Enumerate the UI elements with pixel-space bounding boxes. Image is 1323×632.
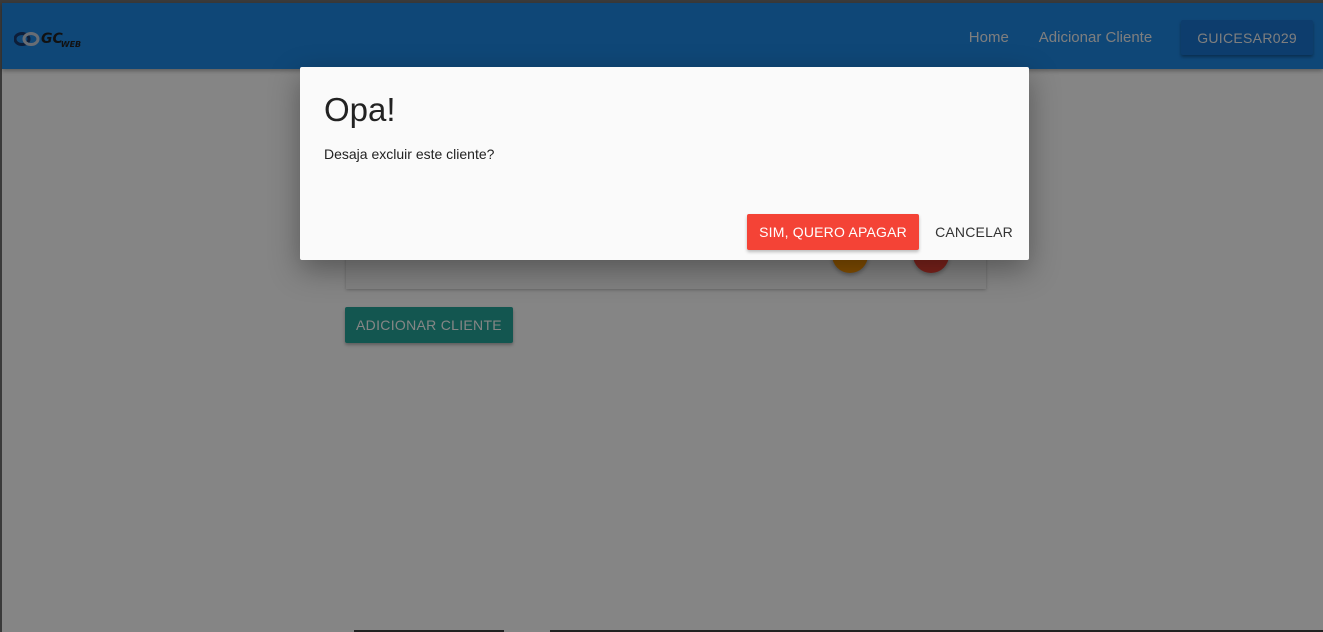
confirm-delete-button[interactable]: SIM, QUERO APAGAR xyxy=(747,214,919,250)
modal-message: Desaja excluir este cliente? xyxy=(324,146,495,162)
cancel-button[interactable]: CANCELAR xyxy=(929,214,1019,250)
confirm-delete-modal: Opa! Desaja excluir este cliente? SIM, Q… xyxy=(300,67,1029,260)
modal-title: Opa! xyxy=(324,91,396,128)
